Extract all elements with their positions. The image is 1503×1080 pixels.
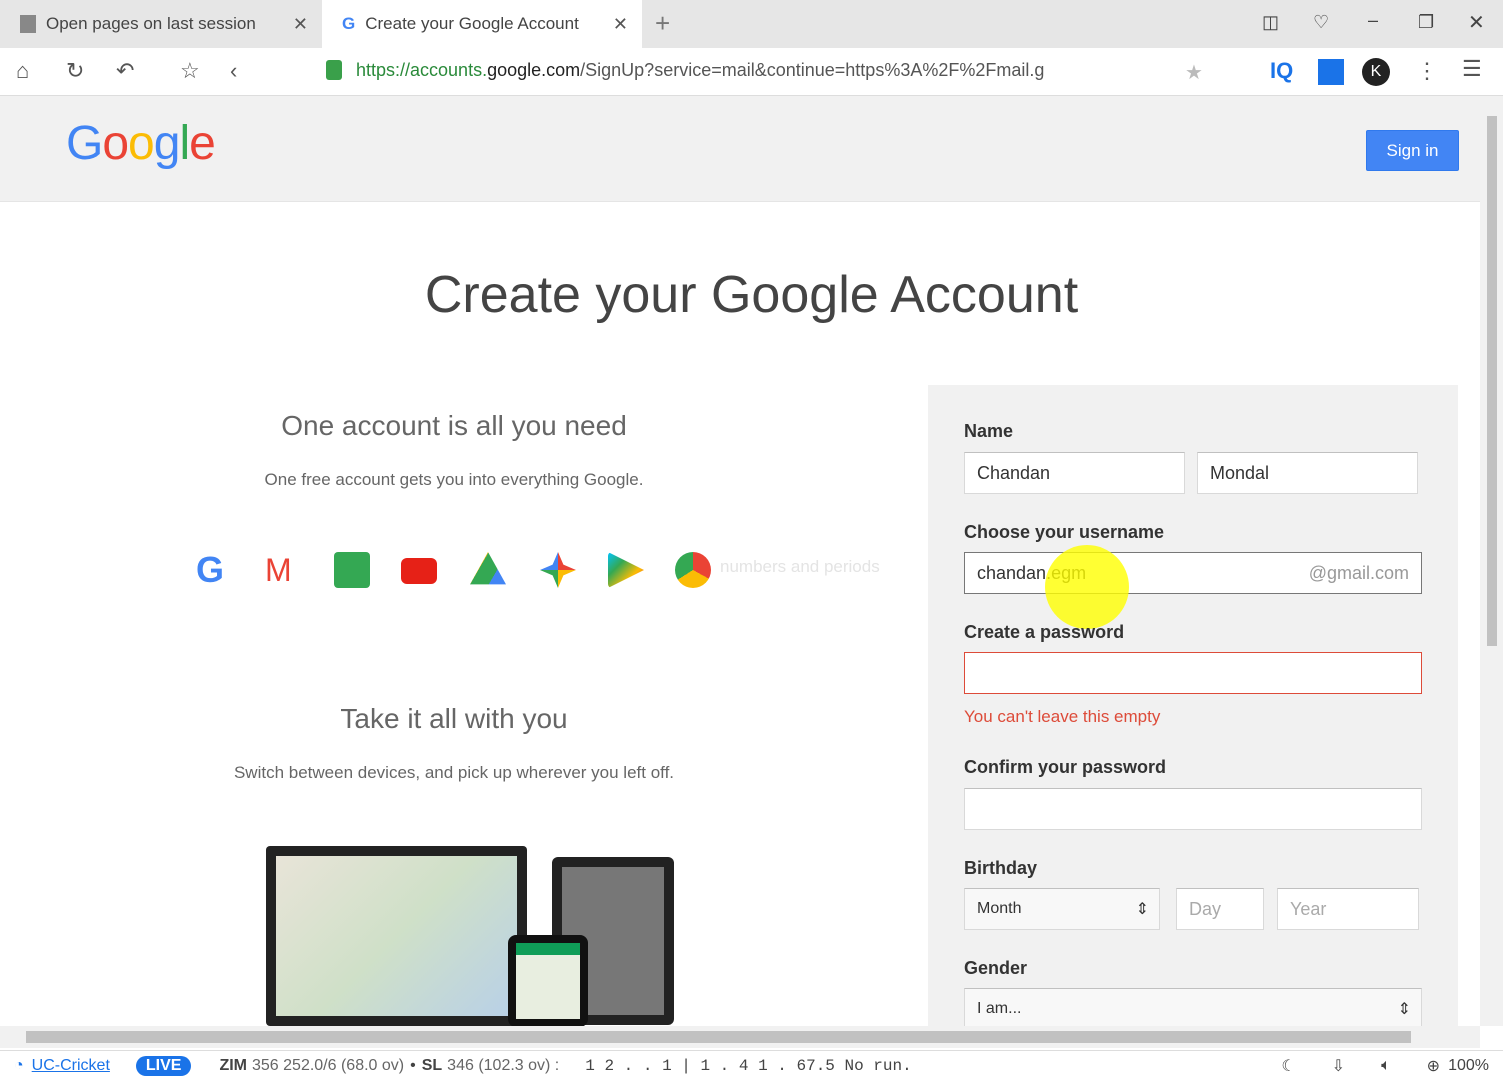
- confirm-password-label: Confirm your password: [964, 757, 1167, 777]
- tab-label: Create your Google Account: [365, 14, 579, 33]
- profile-avatar[interactable]: K: [1362, 58, 1390, 86]
- zoom-level[interactable]: 100%: [1448, 1057, 1489, 1075]
- section-text: Switch between devices, and pick up wher…: [233, 763, 675, 782]
- gender-value: I am...: [977, 1000, 1022, 1017]
- iq-extension[interactable]: IQ: [1270, 58, 1293, 84]
- minimize-icon[interactable]: –: [1368, 10, 1378, 31]
- team1-score: 356 252.0/6 (68.0 ov): [252, 1056, 405, 1074]
- team1: ZIM: [219, 1056, 247, 1074]
- zoom-icon[interactable]: ⊕: [1427, 1056, 1440, 1076]
- month-value: Month: [977, 900, 1022, 917]
- birthday-label: Birthday: [964, 858, 1038, 878]
- select-arrows-icon: ⇕: [1397, 1001, 1411, 1018]
- page-header: [0, 96, 1480, 202]
- gmail-suffix: @gmail.com: [1308, 562, 1409, 583]
- address-bar[interactable]: https://accounts.google.com/SignUp?servi…: [356, 60, 1136, 81]
- password-input[interactable]: [964, 652, 1422, 694]
- section-title: One account is all you need: [281, 410, 627, 441]
- section-text: One free account gets you into everythin…: [264, 470, 644, 489]
- tab-create-account[interactable]: G Create your Google Account ✕: [322, 0, 642, 48]
- google-favicon-icon: G: [342, 14, 356, 33]
- month-select[interactable]: Month ⇕: [964, 888, 1160, 930]
- cast-icon[interactable]: ◫: [1262, 12, 1279, 33]
- team2: SL: [421, 1056, 443, 1074]
- section-title: Take it all with you: [340, 703, 568, 734]
- ball-ticker: 1 2 . . 1 | 1 . 4 1 . 67.5 No run.: [585, 1056, 912, 1075]
- back-icon[interactable]: ‹: [230, 58, 237, 84]
- gender-label: Gender: [964, 958, 1028, 978]
- shirt-icon[interactable]: ♡: [1313, 12, 1329, 33]
- live-badge: LIVE: [135, 1055, 192, 1076]
- night-mode-icon[interactable]: ☾: [1281, 1056, 1295, 1076]
- gender-select[interactable]: I am... ⇕: [964, 988, 1422, 1030]
- sign-in-button[interactable]: Sign in: [1366, 130, 1459, 171]
- close-tab-icon[interactable]: ✕: [613, 14, 628, 35]
- cursor-highlight: [1045, 545, 1129, 629]
- gmail-icon: M: [265, 552, 292, 588]
- home-icon[interactable]: ⌂: [16, 58, 29, 84]
- phone-illustration: [508, 935, 588, 1027]
- chrome-icon: [675, 552, 711, 588]
- play-store-icon: [608, 552, 644, 588]
- star-icon[interactable]: ★: [1185, 60, 1203, 85]
- lock-icon: [326, 60, 342, 80]
- page-title: Create your Google Account: [424, 266, 1079, 324]
- google-search-icon: G: [196, 549, 225, 590]
- username-input[interactable]: chandan.egm @gmail.com: [964, 552, 1422, 594]
- ghost-hint-text: numbers and periods: [720, 557, 880, 576]
- name-label: Name: [964, 421, 1014, 441]
- new-tab-icon[interactable]: +: [655, 8, 670, 39]
- close-tab-icon[interactable]: ✕: [293, 14, 308, 35]
- menu-icon[interactable]: ☰: [1462, 56, 1482, 82]
- username-label: Choose your username: [964, 522, 1165, 542]
- close-window-icon[interactable]: ✕: [1468, 10, 1485, 35]
- vertical-scrollbar[interactable]: [1480, 96, 1503, 1026]
- page-icon: [20, 15, 36, 33]
- last-name-input[interactable]: Mondal: [1197, 452, 1418, 494]
- youtube-icon: [401, 558, 437, 584]
- password-error: You can't leave this empty: [964, 707, 1161, 726]
- reload-icon[interactable]: ↻: [66, 58, 84, 84]
- tab-bar: Open pages on last session ✕ G Create yo…: [0, 0, 1503, 48]
- restore-icon[interactable]: ❐: [1418, 12, 1434, 33]
- bookmark-star-icon[interactable]: ☆: [180, 58, 200, 84]
- drive-icon: [470, 552, 506, 585]
- undo-icon[interactable]: ↶: [116, 58, 134, 84]
- more-icon[interactable]: ⋮: [1416, 58, 1438, 84]
- team2-score: 346 (102.3 ov) :: [447, 1056, 560, 1074]
- cricket-icon: ◔: [14, 1056, 24, 1074]
- download-icon[interactable]: ⇩: [1332, 1056, 1345, 1076]
- laptop-illustration: [266, 846, 527, 1026]
- day-input[interactable]: Day: [1176, 888, 1264, 930]
- uc-cricket-link[interactable]: UC-Cricket: [32, 1057, 110, 1075]
- tab-open-pages[interactable]: Open pages on last session ✕: [0, 0, 322, 48]
- status-bar: ◔ UC-Cricket LIVE ZIM 356 252.0/6 (68.0 …: [0, 1050, 1503, 1080]
- password-label: Create a password: [964, 622, 1125, 642]
- photos-icon: [540, 552, 576, 588]
- extension-icon[interactable]: [1318, 59, 1344, 85]
- confirm-password-input[interactable]: [964, 788, 1422, 830]
- sound-icon[interactable]: 🔈︎: [1381, 1057, 1391, 1075]
- year-input[interactable]: Year: [1277, 888, 1419, 930]
- first-name-input[interactable]: Chandan: [964, 452, 1185, 494]
- maps-icon: [334, 552, 370, 588]
- select-arrows-icon: ⇕: [1135, 901, 1149, 918]
- horizontal-scrollbar[interactable]: [0, 1026, 1480, 1048]
- tab-label: Open pages on last session: [46, 14, 256, 33]
- google-logo[interactable]: Google: [66, 116, 216, 171]
